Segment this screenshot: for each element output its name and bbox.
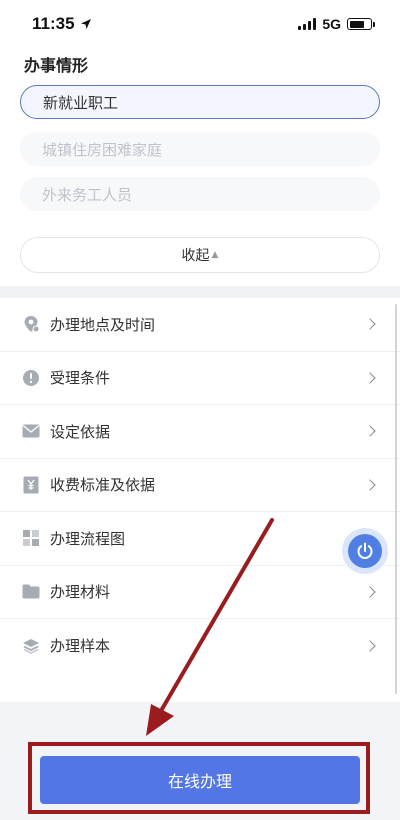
- chevron-right-icon: [364, 372, 376, 384]
- collapse-button[interactable]: 收起 ▲: [20, 237, 380, 273]
- menu-label: 受理条件: [50, 369, 111, 388]
- menu-label: 办理材料: [50, 583, 111, 602]
- power-button-core: [348, 534, 382, 568]
- option-label: 城镇住房困难家庭: [42, 140, 163, 159]
- status-bar: 11:35 5G: [0, 0, 400, 48]
- menu-item-flowchart[interactable]: 办理流程图: [0, 512, 400, 566]
- menu-item-fee-standard[interactable]: 收费标准及依据: [0, 459, 400, 512]
- floating-power-button[interactable]: [342, 528, 388, 574]
- battery-fill: [349, 20, 364, 28]
- option-urban-housing-difficulty[interactable]: 城镇住房困难家庭: [20, 132, 380, 166]
- triangle-up-icon: ▲: [211, 250, 219, 260]
- time-text: 11:35: [32, 14, 75, 33]
- info-menu-list: 办理地点及时间 受理条件 设定依据 收费标准及依据 办理流程图 办理材料 办理样…: [0, 298, 400, 673]
- menu-label: 办理样本: [50, 637, 111, 656]
- online-apply-button[interactable]: 在线办理: [40, 756, 360, 804]
- menu-item-materials[interactable]: 办理材料: [0, 566, 400, 619]
- envelope-icon: [22, 422, 40, 440]
- signal-icon: [298, 18, 317, 30]
- layers-icon: [22, 637, 40, 655]
- menu-item-location-time[interactable]: 办理地点及时间: [0, 298, 400, 352]
- option-new-employee[interactable]: 新就业职工: [20, 85, 380, 119]
- chevron-right-icon: [364, 318, 376, 330]
- menu-item-samples[interactable]: 办理样本: [0, 619, 400, 673]
- battery-icon: [347, 18, 375, 30]
- collapse-label: 收起: [181, 248, 210, 264]
- option-label: 新就业职工: [43, 93, 119, 112]
- location-pin-icon: [22, 315, 40, 333]
- grid-flow-icon: [22, 529, 40, 547]
- menu-label: 办理地点及时间: [50, 315, 156, 334]
- menu-label: 设定依据: [50, 422, 111, 441]
- menu-label: 办理流程图: [50, 529, 126, 548]
- chevron-right-icon: [364, 479, 376, 491]
- power-icon: [357, 542, 373, 559]
- chevron-right-icon: [364, 586, 376, 598]
- menu-item-legal-basis[interactable]: 设定依据: [0, 405, 400, 459]
- status-time: 11:35: [32, 14, 92, 34]
- folder-icon: [22, 583, 40, 601]
- yen-document-icon: [22, 476, 40, 494]
- alert-circle-icon: [22, 369, 40, 387]
- chevron-right-icon: [364, 425, 376, 437]
- menu-label: 收费标准及依据: [50, 476, 156, 495]
- chevron-right-icon: [364, 640, 376, 652]
- status-indicators: 5G: [298, 16, 375, 32]
- online-apply-label: 在线办理: [167, 772, 232, 791]
- scrollbar[interactable]: [395, 304, 397, 694]
- section-title: 办事情形: [24, 56, 89, 75]
- option-label: 外来务工人员: [42, 185, 133, 204]
- section-divider: [0, 286, 400, 298]
- network-label: 5G: [322, 16, 341, 32]
- option-migrant-worker[interactable]: 外来务工人员: [20, 177, 380, 211]
- location-arrow-icon: [80, 19, 91, 29]
- menu-item-acceptance-conditions[interactable]: 受理条件: [0, 352, 400, 405]
